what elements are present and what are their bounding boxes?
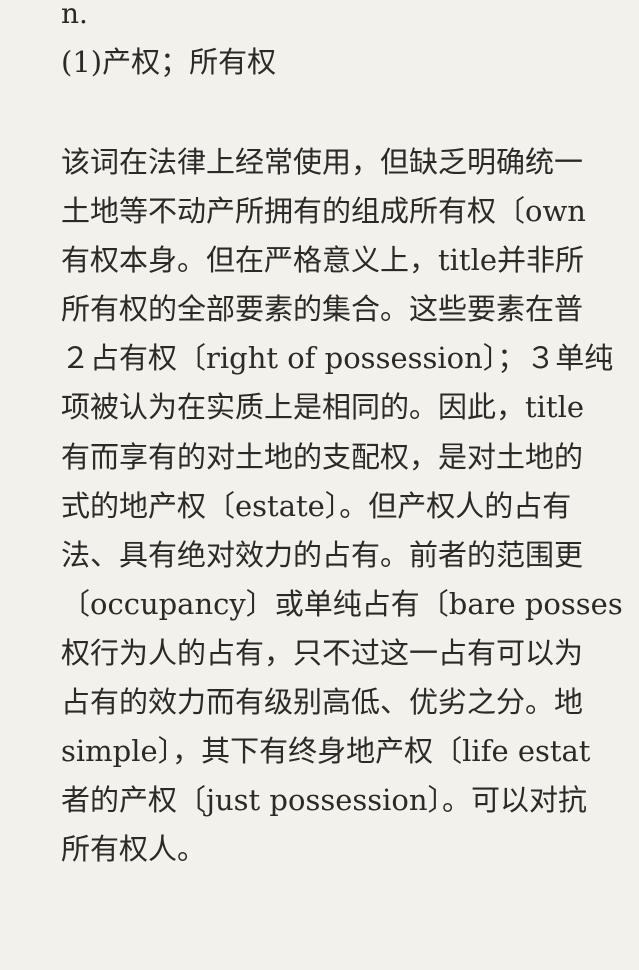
body-line: 该词在法律上经常使用，但缺乏明确统一 bbox=[61, 145, 584, 179]
body-line: ２占有权〔right of possession〕；３单纯 bbox=[61, 341, 614, 376]
part-of-speech: n. bbox=[61, 0, 88, 30]
dictionary-entry-page: n. (1)产权；所有权 该词在法律上经常使用，但缺乏明确统一 土地等不动产所拥… bbox=[0, 0, 639, 970]
body-line: 者的产权〔just possession〕。可以对抗 bbox=[61, 783, 588, 818]
body-line: 所有权人。 bbox=[61, 832, 207, 867]
body-line: 所有权的全部要素的集合。这些要素在普 bbox=[61, 292, 584, 327]
body-line: 土地等不动产所拥有的组成所有权〔own bbox=[61, 194, 586, 229]
body-line: 有权本身。但在严格意义上，title并非所 bbox=[61, 243, 585, 278]
body-line: 〔occupancy〕或单纯占有〔bare posses bbox=[61, 586, 623, 621]
entry-body: 该词在法律上经常使用，但缺乏明确统一 土地等不动产所拥有的组成所有权〔own 有… bbox=[61, 138, 639, 874]
body-line: 占有的效力而有级别高低、优劣之分。地 bbox=[61, 685, 584, 720]
sense-heading: (1)产权；所有权 bbox=[61, 45, 277, 79]
body-line: simple〕，其下有终身地产权〔life estat bbox=[61, 734, 591, 769]
body-line: 有而享有的对土地的支配权，是对土地的 bbox=[61, 439, 584, 474]
body-line: 式的地产权〔estate〕。但产权人的占有 bbox=[61, 488, 572, 523]
body-line: 项被认为在实质上是相同的。因此，title bbox=[61, 390, 585, 425]
body-line: 权行为人的占有，只不过这一占有可以为 bbox=[61, 635, 584, 670]
body-line: 法、具有绝对效力的占有。前者的范围更 bbox=[61, 537, 584, 572]
